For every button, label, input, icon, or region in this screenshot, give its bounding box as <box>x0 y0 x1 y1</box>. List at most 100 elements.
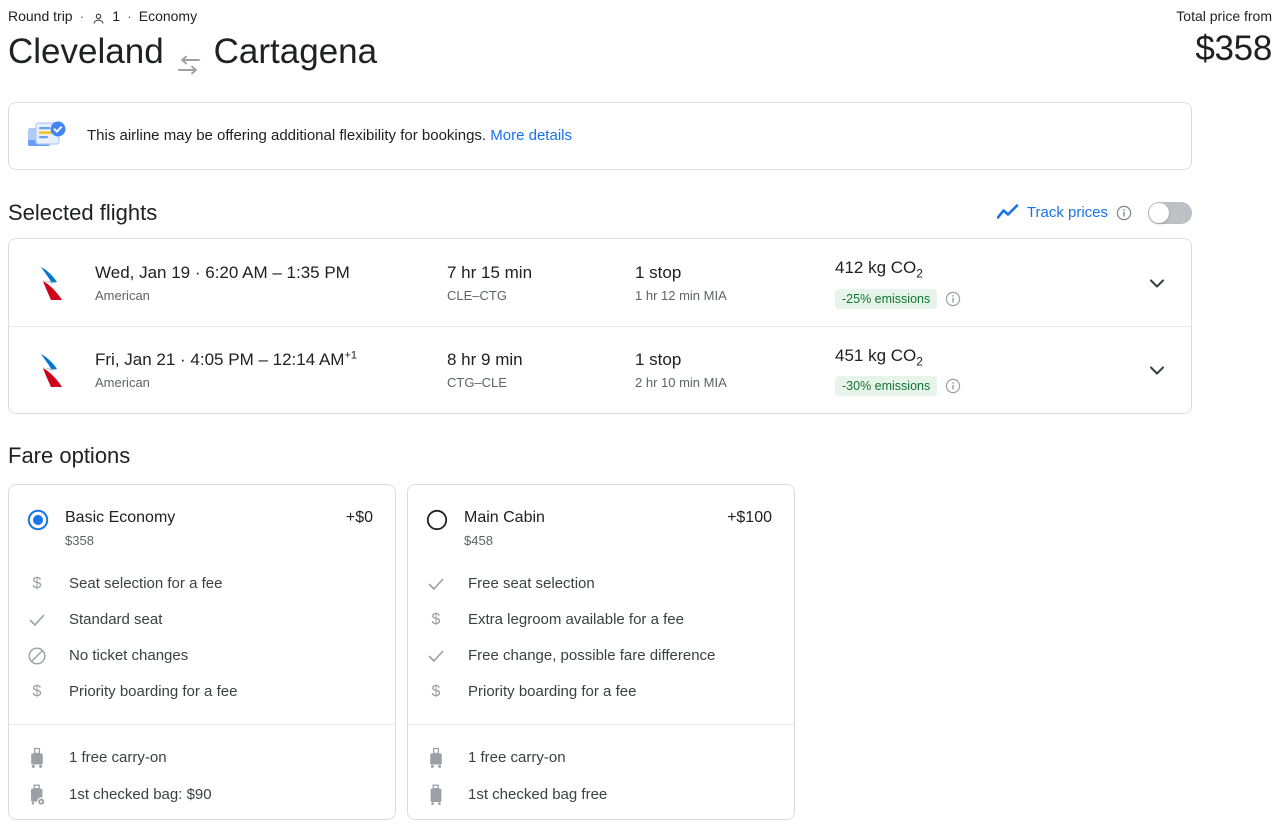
no-entry-icon <box>27 646 47 666</box>
flight-emissions-badge-row: -30% emissions <box>835 376 1085 396</box>
american-airlines-logo <box>33 350 71 390</box>
flight-route-codes: CLE–CTG <box>447 287 635 305</box>
fare-card-basic-economy[interactable]: Basic Economy $358 +$0 $ Seat selection … <box>8 484 396 820</box>
fare-feature-label: Priority boarding for a fee <box>468 682 636 702</box>
fare-feature-item: Free seat selection <box>426 566 776 602</box>
fare-card-header: Main Cabin $458 +$100 <box>408 485 794 550</box>
fare-card-titles: Main Cabin $458 <box>464 507 545 550</box>
flight-co2-value: 412 kg CO <box>835 258 916 277</box>
emissions-info-icon[interactable] <box>945 291 961 307</box>
fare-baggage-label: 1st checked bag free <box>468 785 607 805</box>
fare-total-price: $358 <box>65 532 175 550</box>
flight-co2-subscript: 2 <box>916 354 923 368</box>
track-prices-info-icon[interactable] <box>1116 205 1132 221</box>
track-prices-toggle[interactable] <box>1148 202 1192 224</box>
flight-stops-col: 1 stop 2 hr 10 min MIA <box>635 348 835 392</box>
fare-baggage-item: 1 free carry-on <box>27 739 377 776</box>
total-price-label: Total price from <box>1176 6 1272 26</box>
flight-row[interactable]: Wed, Jan 19 · 6:20 AM – 1:35 PM American… <box>9 239 1191 326</box>
fare-name: Main Cabin <box>464 507 545 529</box>
check-icon <box>27 610 47 630</box>
fare-feature-item: Free change, possible fare difference <box>426 638 776 674</box>
fare-name: Basic Economy <box>65 507 175 529</box>
track-prices-label: Track prices <box>1027 203 1108 223</box>
flight-emissions-badge-row: -25% emissions <box>835 289 1085 309</box>
flexibility-banner-text: This airline may be offering additional … <box>87 125 572 147</box>
check-icon <box>426 646 446 666</box>
fare-baggage-item: 1st checked bag: $90 <box>27 776 377 813</box>
selected-flights-card: Wed, Jan 19 · 6:20 AM – 1:35 PM American… <box>8 238 1192 414</box>
flight-row[interactable]: Fri, Jan 21 · 4:05 PM – 12:14 AM+1 Ameri… <box>9 326 1191 413</box>
passenger-count: 1 <box>112 6 120 26</box>
destination-city: Cartagena <box>214 30 377 74</box>
fare-feature-item: $ Seat selection for a fee <box>27 566 377 602</box>
fare-baggage-label: 1st checked bag: $90 <box>69 785 212 805</box>
flight-stops-col: 1 stop 1 hr 12 min MIA <box>635 261 835 305</box>
flight-airline: American <box>95 374 447 392</box>
fare-feature-item: Standard seat <box>27 602 377 638</box>
fare-price-delta: +$0 <box>346 507 373 529</box>
flight-datetime-text: Fri, Jan 21 · 4:05 PM – 12:14 AM <box>95 350 344 369</box>
line-chart-icon <box>997 204 1019 222</box>
dollar-icon: $ <box>426 682 446 702</box>
fare-baggage-label: 1 free carry-on <box>468 748 566 768</box>
fare-feature-label: Free seat selection <box>468 574 595 594</box>
fare-baggage-list: 1 free carry-on 1st checked bag: $90 <box>9 725 395 813</box>
fare-baggage-list: 1 free carry-on 1st checked bag free <box>408 725 794 813</box>
page-header: Round trip · 1 · Economy Cleveland Carta… <box>8 6 1272 74</box>
flight-co2-subscript: 2 <box>916 267 923 281</box>
emissions-badge: -25% emissions <box>835 289 937 309</box>
trip-type-label: Round trip <box>8 6 73 26</box>
american-airlines-logo <box>33 263 71 303</box>
flight-duration-col: 8 hr 9 min CTG–CLE <box>447 348 635 392</box>
fare-feature-item: No ticket changes <box>27 638 377 674</box>
flight-co2-value: 451 kg CO <box>835 346 916 365</box>
chevron-down-icon[interactable] <box>1139 265 1175 301</box>
swap-arrows-icon <box>176 44 202 66</box>
flight-datetime: Fri, Jan 21 · 4:05 PM – 12:14 AM+1 <box>95 348 447 372</box>
route-title: Cleveland Cartagena <box>8 30 1272 74</box>
fare-radio-unselected[interactable] <box>426 509 448 531</box>
fare-baggage-label: 1 free carry-on <box>69 748 167 768</box>
emissions-badge: -30% emissions <box>835 376 937 396</box>
emissions-info-icon[interactable] <box>945 378 961 394</box>
selected-flights-header: Selected flights Track prices <box>8 196 1192 230</box>
fare-baggage-item: 1st checked bag free <box>426 776 776 813</box>
fare-card-header: Basic Economy $358 +$0 <box>9 485 395 550</box>
trip-summary: Round trip · 1 · Economy <box>8 6 1272 26</box>
checked-bag-fee-icon <box>27 784 47 806</box>
fare-card-titles: Basic Economy $358 <box>65 507 175 550</box>
flight-emissions-col: 451 kg CO2 -30% emissions <box>835 344 1085 396</box>
fare-feature-label: Standard seat <box>69 610 162 630</box>
fare-feature-label: No ticket changes <box>69 646 188 666</box>
next-day-indicator: +1 <box>344 349 357 361</box>
fare-feature-label: Free change, possible fare difference <box>468 646 715 666</box>
flight-layover: 2 hr 10 min MIA <box>635 374 835 392</box>
fare-feature-label: Seat selection for a fee <box>69 574 222 594</box>
flexibility-banner: This airline may be offering additional … <box>8 102 1192 170</box>
flight-stops: 1 stop <box>635 261 835 285</box>
flight-duration: 8 hr 9 min <box>447 348 635 372</box>
fare-feature-list: Free seat selection $ Extra legroom avai… <box>408 550 794 724</box>
ticket-check-icon <box>27 119 67 153</box>
fare-total-price: $458 <box>464 532 545 550</box>
track-prices-control[interactable]: Track prices <box>997 202 1192 224</box>
total-price-block: Total price from $358 <box>1176 6 1272 72</box>
chevron-down-icon[interactable] <box>1139 352 1175 388</box>
flight-duration-col: 7 hr 15 min CLE–CTG <box>447 261 635 305</box>
person-icon <box>91 11 106 26</box>
fare-feature-label: Extra legroom available for a fee <box>468 610 684 630</box>
fare-price-delta: +$100 <box>727 507 772 529</box>
flight-layover: 1 hr 12 min MIA <box>635 287 835 305</box>
flight-emissions-col: 412 kg CO2 -25% emissions <box>835 256 1085 308</box>
flight-stops: 1 stop <box>635 348 835 372</box>
fare-card-main-cabin[interactable]: Main Cabin $458 +$100 Free seat selectio… <box>407 484 795 820</box>
separator-1: · <box>80 6 85 26</box>
flexibility-message: This airline may be offering additional … <box>87 127 486 144</box>
fare-radio-selected[interactable] <box>27 509 49 531</box>
fare-baggage-item: 1 free carry-on <box>426 739 776 776</box>
dollar-icon: $ <box>27 682 47 702</box>
fare-feature-item: $ Priority boarding for a fee <box>27 674 377 710</box>
more-details-link[interactable]: More details <box>490 127 572 144</box>
section-title: Selected flights <box>8 199 157 227</box>
